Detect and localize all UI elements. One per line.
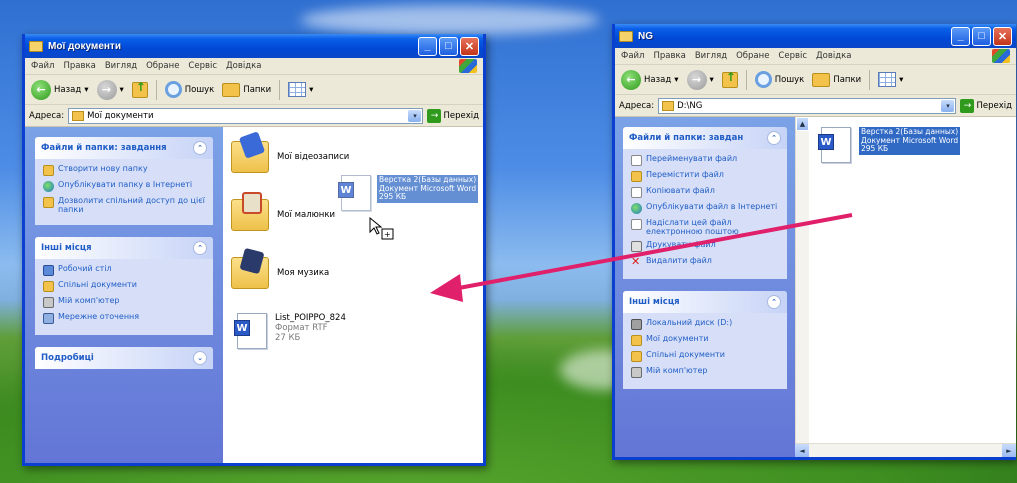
- arrow-head: [430, 274, 463, 302]
- drag-direction-arrow: [430, 213, 853, 302]
- arrow-shaft: [447, 213, 853, 292]
